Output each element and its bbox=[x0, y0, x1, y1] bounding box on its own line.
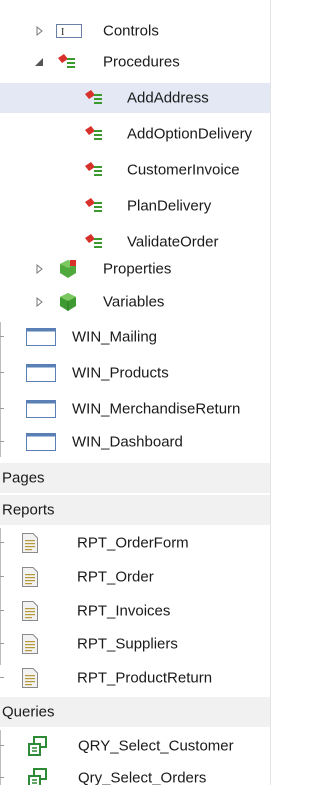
window-icon bbox=[26, 328, 56, 346]
tree-item-label: RPT_Invoices bbox=[77, 602, 171, 620]
procedure-icon bbox=[58, 54, 75, 68]
triangle-right-icon[interactable] bbox=[34, 26, 44, 36]
tree-item-label: Properties bbox=[103, 260, 172, 278]
tree-item-label: RPT_Order bbox=[77, 568, 154, 586]
variable-icon bbox=[60, 293, 76, 311]
tree-item-label: WIN_Dashboard bbox=[72, 433, 183, 451]
tree-item-report[interactable]: RPT_ProductReturn bbox=[0, 663, 271, 693]
project-explorer-tree: I Controls Procedures AddAddress AddOpti… bbox=[0, 0, 271, 785]
tree-connector bbox=[0, 677, 4, 678]
tree-item-report[interactable]: RPT_Invoices bbox=[0, 596, 271, 626]
tree-item-label: CustomerInvoice bbox=[127, 161, 240, 179]
tree-item-label: Procedures bbox=[103, 53, 180, 71]
tree-connector bbox=[0, 777, 4, 778]
tree-item-report[interactable]: RPT_Order bbox=[0, 562, 271, 592]
tree-connector bbox=[0, 745, 4, 746]
section-label: Reports bbox=[2, 501, 55, 519]
tree-item-label: PlanDelivery bbox=[127, 197, 212, 215]
triangle-down-icon[interactable] bbox=[34, 57, 44, 67]
report-icon bbox=[22, 634, 38, 654]
tree-item-controls[interactable]: I Controls bbox=[0, 16, 271, 46]
tree-item-window[interactable]: WIN_Dashboard bbox=[0, 427, 271, 457]
tree-connector bbox=[0, 372, 4, 373]
tree-item-query[interactable]: Qry_Select_Orders bbox=[0, 763, 271, 785]
report-icon bbox=[22, 601, 38, 621]
procedure-icon bbox=[85, 234, 102, 248]
tree-item-label: Controls bbox=[103, 22, 159, 40]
triangle-right-icon[interactable] bbox=[34, 297, 44, 307]
tree-item-properties[interactable]: Properties bbox=[0, 254, 271, 284]
section-reports[interactable]: Reports bbox=[0, 495, 271, 525]
tree-item-label: QRY_Select_Customer bbox=[78, 737, 234, 755]
query-icon bbox=[28, 768, 47, 785]
window-icon bbox=[26, 364, 56, 382]
tree-item-label: RPT_OrderForm bbox=[77, 534, 189, 552]
section-label: Queries bbox=[2, 703, 55, 721]
tree-connector bbox=[0, 542, 4, 543]
section-queries[interactable]: Queries bbox=[0, 697, 271, 727]
tree-item-label: RPT_ProductReturn bbox=[77, 669, 213, 687]
tree-item-label: RPT_Suppliers bbox=[77, 635, 178, 653]
query-icon bbox=[28, 736, 47, 756]
tree-item-window[interactable]: WIN_Mailing bbox=[0, 322, 271, 352]
panel-edge bbox=[270, 0, 271, 785]
window-icon bbox=[26, 433, 56, 451]
tree-item-label: AddAddress bbox=[127, 89, 209, 107]
tree-item-label: Variables bbox=[103, 293, 165, 311]
tree-item-procedures[interactable]: Procedures bbox=[0, 47, 271, 77]
report-icon bbox=[22, 567, 38, 587]
procedure-icon bbox=[85, 90, 102, 104]
tree-connector bbox=[0, 408, 4, 409]
tree-item-report[interactable]: RPT_OrderForm bbox=[0, 528, 271, 558]
section-label: Pages bbox=[2, 469, 45, 487]
procedure-icon bbox=[85, 198, 102, 212]
report-icon bbox=[22, 533, 38, 553]
tree-item-report[interactable]: RPT_Suppliers bbox=[0, 629, 271, 659]
report-icon bbox=[22, 668, 38, 688]
property-icon bbox=[60, 260, 76, 278]
tree-item-variables[interactable]: Variables bbox=[0, 287, 271, 317]
tree-connector bbox=[0, 441, 4, 442]
tree-item-procedure[interactable]: CustomerInvoice bbox=[0, 155, 271, 185]
tree-item-query[interactable]: QRY_Select_Customer bbox=[0, 731, 271, 761]
tree-item-label: WIN_Products bbox=[72, 364, 169, 382]
triangle-right-icon[interactable] bbox=[34, 264, 44, 274]
tree-item-window[interactable]: WIN_MerchandiseReturn bbox=[0, 394, 271, 424]
tree-item-procedure[interactable]: PlanDelivery bbox=[0, 191, 271, 221]
tree-item-procedure[interactable]: AddAddress bbox=[0, 83, 271, 113]
section-pages[interactable]: Pages bbox=[0, 463, 271, 493]
tree-item-label: ValidateOrder bbox=[127, 233, 219, 251]
procedure-icon bbox=[85, 126, 102, 140]
tree-item-label: WIN_MerchandiseReturn bbox=[72, 400, 241, 418]
tree-connector bbox=[0, 576, 4, 577]
tree-item-label: Qry_Select_Orders bbox=[78, 769, 207, 785]
tree-item-window[interactable]: WIN_Products bbox=[0, 358, 271, 388]
tree-item-label: WIN_Mailing bbox=[72, 328, 158, 346]
window-icon bbox=[26, 400, 56, 418]
procedure-icon bbox=[85, 162, 102, 176]
tree-item-label: AddOptionDelivery bbox=[127, 125, 253, 143]
control-icon: I bbox=[56, 24, 82, 38]
tree-item-procedure[interactable]: AddOptionDelivery bbox=[0, 119, 271, 149]
svg-text:I: I bbox=[61, 27, 64, 38]
tree-connector bbox=[0, 336, 4, 337]
tree-connector bbox=[0, 610, 4, 611]
tree-item-procedure[interactable]: ValidateOrder bbox=[0, 227, 271, 257]
tree-connector bbox=[0, 643, 4, 644]
